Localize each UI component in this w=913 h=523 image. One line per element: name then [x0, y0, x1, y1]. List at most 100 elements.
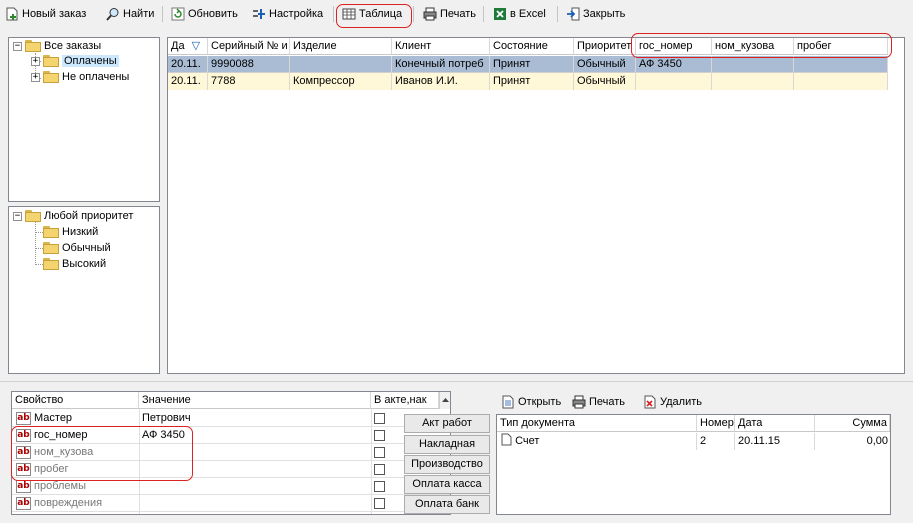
column-header-status[interactable]: Состояние [490, 38, 574, 55]
collapse-icon[interactable]: − [13, 41, 22, 51]
settings-button[interactable]: Настройка [249, 4, 326, 24]
expand-icon[interactable]: + [31, 56, 40, 66]
column-header-client[interactable]: Клиент [392, 38, 490, 55]
toolbar-separator [557, 6, 558, 22]
close-button[interactable]: Закрыть [563, 4, 628, 24]
document-icon [501, 433, 512, 450]
cell-doc-number: 2 [697, 433, 735, 450]
new-order-label: Новый заказ [22, 8, 87, 20]
printer-icon [423, 7, 437, 21]
tree-item-all-orders[interactable]: − Все заказы [13, 38, 101, 54]
in-act-checkbox[interactable] [374, 464, 385, 475]
in-act-checkbox[interactable] [374, 413, 385, 424]
export-excel-button[interactable]: в Excel [490, 4, 549, 24]
open-document-button[interactable]: Открыть [498, 392, 564, 412]
in-act-checkbox[interactable] [374, 447, 385, 458]
new-order-button[interactable]: Новый заказ [2, 4, 89, 24]
cell-serial: 9990088 [208, 56, 290, 73]
find-button[interactable]: Найти [103, 4, 157, 24]
cell-priority: Обычный [574, 73, 636, 90]
expand-icon[interactable]: + [31, 72, 40, 82]
tree-item-high[interactable]: Высокий [43, 256, 106, 272]
column-header-date[interactable]: Да ▽ [168, 38, 208, 55]
orders-filter-tree: − Все заказы + Оплачены + Не оплачены [8, 37, 160, 202]
print-document-label: Печать [589, 396, 626, 408]
cell-doc-sum: 0,00 [866, 435, 888, 447]
column-header-serial[interactable]: Серийный № и [208, 38, 290, 55]
settings-icon [252, 7, 266, 21]
folder-icon [43, 71, 59, 83]
production-button[interactable]: Производство [404, 455, 490, 474]
open-document-label: Открыть [518, 396, 562, 408]
text-field-icon: ab [16, 480, 31, 493]
column-header-doc-date[interactable]: Дата [735, 415, 815, 432]
tree-connector [35, 222, 36, 265]
cell-client: Конечный потреб [392, 56, 490, 73]
find-label: Найти [123, 8, 155, 20]
print-label: Печать [440, 8, 477, 20]
splitter[interactable] [0, 381, 913, 382]
cell-date: 20.11. [168, 73, 208, 90]
column-header-doc-number[interactable]: Номер [697, 415, 735, 432]
refresh-icon [171, 7, 185, 21]
table-row[interactable]: 20.11. 7788 Компрессор Иванов И.И. Приня… [168, 73, 888, 90]
in-act-checkbox[interactable] [374, 498, 385, 509]
documents-grid: Тип документа Номер Дата Сумма Счет 2 20… [496, 414, 891, 515]
tree-item-paid[interactable]: + Оплачены [31, 53, 119, 69]
tree-item-label: Обычный [62, 242, 111, 254]
priority-filter-tree: − Любой приоритет Низкий Обычный Высокий [8, 206, 160, 374]
cell-plate-number [636, 73, 712, 90]
settings-label: Настройка [269, 8, 324, 20]
invoice-button[interactable]: Накладная [404, 435, 490, 454]
toolbar-separator [483, 6, 484, 22]
column-header-doc-type[interactable]: Тип документа [497, 415, 697, 432]
column-header-in-act[interactable]: В акте,нак [371, 392, 439, 409]
property-name: повреждения [34, 497, 103, 509]
print-button[interactable]: Печать [420, 4, 479, 24]
tree-item-label: Оплачены [62, 55, 119, 67]
search-icon [106, 7, 120, 21]
tree-connector [35, 248, 43, 249]
refresh-button[interactable]: Обновить [168, 4, 241, 24]
act-of-work-button[interactable]: Акт работ [404, 414, 490, 433]
tree-item-any-priority[interactable]: − Любой приоритет [13, 208, 133, 224]
collapse-icon[interactable]: − [13, 211, 22, 221]
document-icon [501, 395, 515, 409]
close-label: Закрыть [583, 8, 626, 20]
tree-item-label: Низкий [62, 226, 99, 238]
property-row[interactable]: ab Мастер Петрович [12, 410, 450, 427]
folder-icon [43, 242, 59, 254]
tree-item-unpaid[interactable]: + Не оплачены [31, 69, 129, 85]
property-value[interactable]: Петрович [142, 412, 191, 424]
cell-doc-type: Счет [497, 433, 697, 450]
cell-product: Компрессор [290, 73, 392, 90]
property-row[interactable]: ab повреждения [12, 495, 450, 512]
print-document-button[interactable]: Печать [569, 392, 628, 412]
table-row[interactable]: Счет 2 20.11.15 0,00 [497, 433, 890, 450]
in-act-checkbox[interactable] [374, 481, 385, 492]
cell-body-number [712, 56, 794, 73]
in-act-checkbox[interactable] [374, 430, 385, 441]
tree-connector [35, 232, 43, 233]
column-header-product[interactable]: Изделие [290, 38, 392, 55]
delete-document-button[interactable]: Удалить [640, 392, 705, 412]
delete-icon [643, 395, 657, 409]
bank-payment-button[interactable]: Оплата банк [404, 495, 490, 514]
excel-icon [493, 7, 507, 21]
column-divider [371, 409, 372, 514]
column-header-doc-sum[interactable]: Сумма [815, 415, 890, 432]
text-field-icon: ab [16, 412, 31, 425]
column-header-value[interactable]: Значение [139, 392, 371, 409]
cash-payment-button[interactable]: Оплата касса [404, 475, 490, 494]
cell-date: 20.11. [168, 56, 208, 73]
table-row[interactable]: 20.11. 9990088 Конечный потреб Принят Об… [168, 56, 888, 73]
tree-item-normal[interactable]: Обычный [43, 240, 111, 256]
scroll-up-button[interactable] [439, 392, 450, 409]
column-header-priority[interactable]: Приоритет [574, 38, 636, 55]
printer-icon [572, 395, 586, 409]
cell-serial: 7788 [208, 73, 290, 90]
tree-item-low[interactable]: Низкий [43, 224, 98, 240]
sort-descending-icon: ▽ [191, 40, 201, 52]
toolbar-separator [413, 6, 414, 22]
column-header-property[interactable]: Свойство [12, 392, 139, 409]
